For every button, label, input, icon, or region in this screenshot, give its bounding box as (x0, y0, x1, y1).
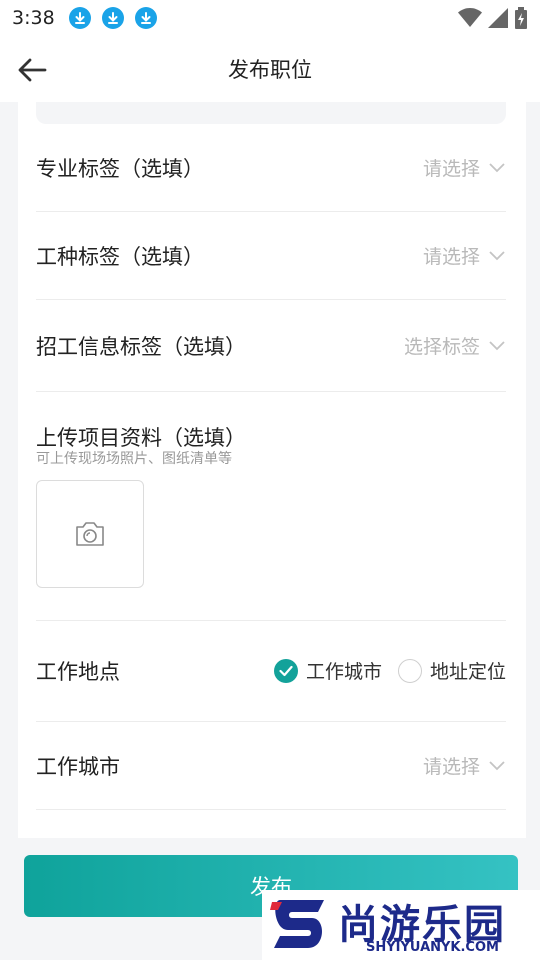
signal-icon (488, 8, 508, 28)
back-button[interactable] (14, 52, 50, 88)
upload-hint: 可上传现场场照片、图纸清单等 (36, 451, 232, 467)
work-type-tag-label: 工种标签（选填） (36, 244, 204, 269)
form-card: 专业标签（选填） 请选择 工种标签（选填） 请选择 招工信息标签（选填） 选择标… (18, 102, 526, 838)
watermark-logo-icon (270, 900, 324, 948)
status-time: 3:38 (12, 7, 55, 29)
work-city-row[interactable]: 工作城市 请选择 (36, 722, 506, 810)
battery-icon (515, 7, 527, 29)
download-icon (134, 7, 157, 29)
work-type-tag-row[interactable]: 工种标签（选填） 请选择 (36, 212, 506, 300)
radio-address-location-label: 地址定位 (429, 661, 506, 683)
radio-work-city-label: 工作城市 (305, 661, 382, 683)
previous-field-bottom (36, 102, 506, 124)
major-tag-select[interactable]: 请选择 (423, 154, 506, 181)
chevron-down-icon (489, 340, 505, 350)
chevron-down-icon (489, 250, 505, 260)
status-bar: 3:38 (0, 0, 540, 36)
work-city-label: 工作城市 (36, 754, 120, 779)
download-icon (101, 7, 124, 29)
major-tag-label: 专业标签（选填） (36, 156, 204, 181)
radio-empty-icon (397, 658, 422, 683)
work-type-tag-select[interactable]: 请选择 (423, 242, 506, 269)
major-tag-row[interactable]: 专业标签（选填） 请选择 (36, 124, 506, 212)
recruit-info-tag-select[interactable]: 选择标签 (404, 332, 506, 359)
work-city-select[interactable]: 请选择 (423, 752, 506, 779)
work-type-tag-placeholder: 请选择 (422, 246, 480, 268)
upload-photo-button[interactable] (36, 480, 144, 588)
app-bar: 发布职位 (0, 36, 540, 102)
watermark: 尚游乐园 SHYIYUANYK.COM (262, 890, 540, 960)
work-location-label: 工作地点 (36, 659, 120, 684)
work-city-placeholder: 请选择 (422, 756, 480, 778)
page-title: 发布职位 (228, 58, 312, 82)
watermark-url: SHYIYUANYK.COM (366, 940, 499, 955)
recruit-info-tag-row[interactable]: 招工信息标签（选填） 选择标签 (36, 300, 506, 392)
work-location-options: 工作城市 地址定位 (273, 657, 506, 684)
chevron-down-icon (489, 760, 505, 770)
recruit-info-tag-label: 招工信息标签（选填） (36, 334, 246, 359)
status-icons (458, 7, 528, 29)
check-icon (273, 658, 298, 683)
wifi-icon (458, 8, 482, 27)
major-tag-placeholder: 请选择 (422, 158, 480, 180)
arrow-left-icon (18, 58, 47, 82)
radio-work-city[interactable]: 工作城市 (273, 657, 382, 684)
download-icon (68, 7, 91, 29)
chevron-down-icon (489, 162, 505, 172)
recruit-info-tag-placeholder: 选择标签 (403, 336, 480, 358)
radio-address-location[interactable]: 地址定位 (397, 657, 506, 684)
work-location-row: 工作地点 工作城市 地址定位 (36, 620, 506, 722)
camera-icon (76, 522, 104, 546)
